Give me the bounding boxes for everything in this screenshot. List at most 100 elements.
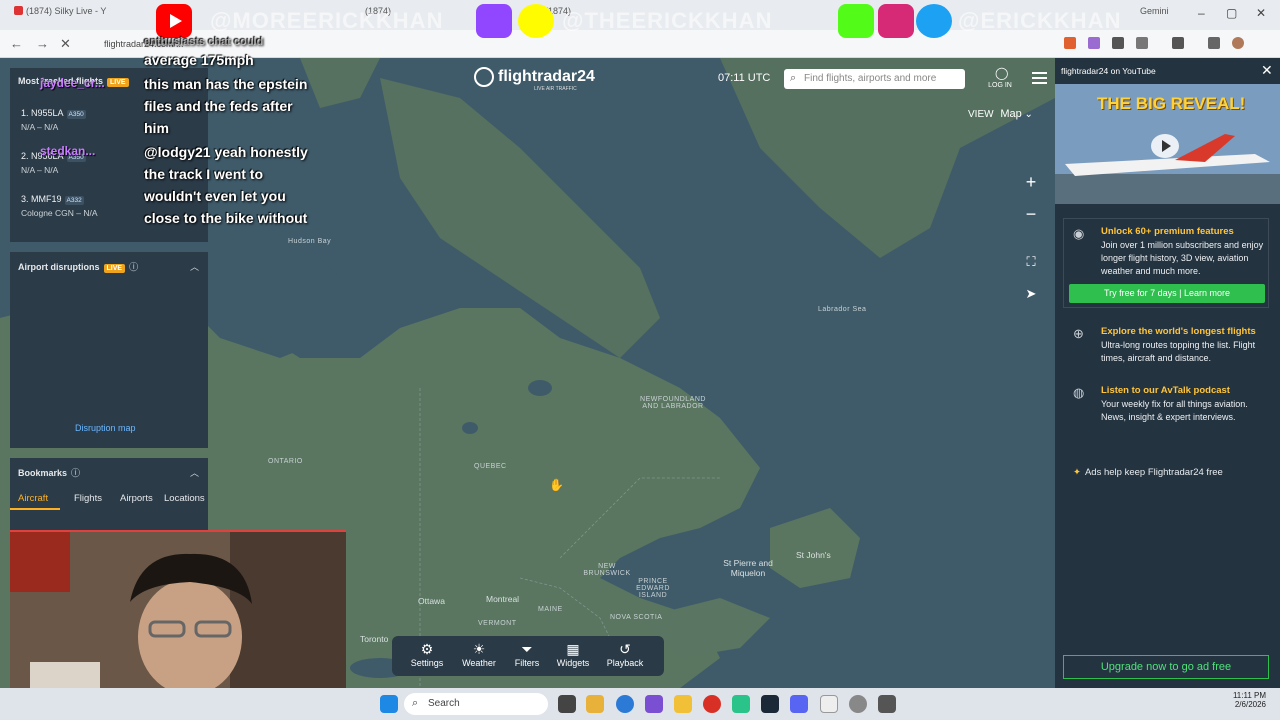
map-city-ottawa: Ottawa (418, 596, 445, 606)
bookmark-tab-locations[interactable]: Locations (164, 493, 205, 504)
youtube-icon (156, 4, 192, 38)
bookmark-tab-aircraft[interactable]: Aircraft (18, 493, 48, 504)
app-icon[interactable] (586, 695, 604, 713)
chat-username: stedkan... (40, 144, 96, 158)
view-selector[interactable]: VIEW Map ⌄ (962, 104, 1042, 124)
map-label-pei: PRINCE EDWARD ISLAND (636, 578, 670, 599)
info-icon: ⓘ (129, 262, 139, 272)
youtube-promo-header: flightradar24 on YouTube (1061, 66, 1156, 76)
overlay-handle: @THEERICKKHAN (562, 8, 773, 33)
overlay-handle: @MOREERICKKHAN (210, 8, 444, 33)
discord-icon[interactable] (790, 695, 808, 713)
kick-icon (838, 4, 874, 38)
screen: (1874) Silky Live - Y (1874) (1874) Gemi… (0, 0, 1280, 720)
chevron-down-icon: ⌄ (1024, 109, 1033, 120)
edge-icon[interactable] (616, 695, 634, 713)
ads-note: ✦ Ads help keep Flightradar24 free (1073, 467, 1223, 478)
notepad-icon[interactable] (820, 695, 838, 713)
steam-icon[interactable] (761, 695, 779, 713)
chat-line: this man has the epstein (144, 76, 308, 92)
folder-icon[interactable] (674, 695, 692, 713)
hand-cursor-icon: ✋ (549, 478, 564, 492)
tracked-flight-1[interactable]: 1. N955LA A350 (21, 108, 86, 119)
overlay-handle: @ERICKKHAN (958, 8, 1122, 33)
chat-line: enthusiasts chat could (144, 36, 264, 48)
playback-button[interactable]: ↺ Playback (598, 640, 652, 674)
twitter-icon (916, 4, 952, 38)
youtube-icon (14, 6, 23, 15)
map-label-maine: MAINE (538, 606, 563, 613)
active-tab-underline (10, 508, 60, 510)
search-input[interactable]: ⌕ Find flights, airports and more (784, 69, 965, 89)
reload-icon[interactable]: ✕ (60, 36, 71, 52)
bookmarks-title: Bookmarks ⓘ (18, 468, 81, 478)
app-icon[interactable] (645, 695, 663, 713)
map-city-toronto: Toronto (360, 634, 389, 644)
close-icon[interactable]: ✕ (1261, 62, 1273, 79)
chat-username: jaydee_cr... (40, 76, 105, 90)
stream-overlay-banner: @MOREERICKKHAN @THEERICKKHAN @ERICKKHAN (150, 2, 1280, 40)
bookmarks-card: Bookmarks ⓘ ︿ Aircraft Flights Airports L… (10, 458, 208, 538)
app-icon[interactable] (849, 695, 867, 713)
video-thumbnail[interactable]: THE BIG REVEAL! (1055, 84, 1280, 204)
menu-icon[interactable] (1032, 72, 1047, 84)
play-icon[interactable] (1151, 134, 1179, 158)
system-clock[interactable]: 11:11 PM 2/6/2026 (1226, 691, 1266, 709)
weather-icon: ☀ (472, 641, 486, 657)
chat-line: him (144, 120, 169, 136)
chat-line: @lodgy21 yeah honestly (144, 144, 308, 160)
chat-line: wouldn't even let you (144, 188, 286, 204)
weather-button[interactable]: ☀ Weather (452, 640, 506, 674)
browser-tab[interactable]: (1874) Silky Live - Y (14, 6, 134, 24)
snapchat-icon (518, 4, 554, 38)
tracked-flight-3[interactable]: 3. MMF19 A332 (21, 194, 84, 205)
settings-button[interactable]: ⚙ Settings (400, 640, 454, 674)
map-toolbar: ⚙ Settings ☀ Weather ⏷ Filters ▦ Widgets… (392, 636, 664, 676)
app-icon[interactable] (732, 695, 750, 713)
free-trial-button[interactable]: Try free for 7 days | Learn more (1069, 284, 1265, 303)
widgets-button[interactable]: ▦ Widgets (546, 640, 600, 674)
search-icon: ⌕ (412, 697, 419, 709)
taskbar-search[interactable]: ⌕ Search (404, 693, 548, 715)
map-city-montreal: Montreal (486, 594, 520, 604)
podcast-icon: ◍ (1073, 385, 1085, 400)
map-city-st-johns: St John's (796, 550, 831, 560)
bookmark-tab-flights[interactable]: Flights (74, 493, 102, 504)
widgets-icon: ▦ (566, 641, 580, 657)
chat-line: average 175mph (144, 52, 254, 68)
chat-line: close to the bike without (144, 210, 308, 226)
locate-icon[interactable]: ➤ (1018, 282, 1044, 308)
tracked-flight-route: N/A – N/A (21, 122, 59, 132)
map-label-nova-scotia: NOVA SCOTIA (610, 614, 663, 621)
login-button[interactable]: ◯ LOG IN (986, 66, 1014, 92)
collapse-chevron-icon[interactable]: ︿ (190, 260, 199, 273)
globe-icon: ⊕ (1073, 326, 1084, 341)
back-icon[interactable]: ← (10, 36, 23, 51)
upgrade-button[interactable]: Upgrade now to go ad free (1063, 655, 1269, 679)
right-panel: flightradar24 on YouTube ✕ THE BIG REVEA… (1055, 58, 1280, 688)
app-icon[interactable] (878, 695, 896, 713)
zoom-out-button[interactable]: − (1018, 202, 1044, 228)
instagram-icon (878, 4, 914, 38)
chrome-icon[interactable] (703, 695, 721, 713)
map-label-vermont: VERMONT (478, 620, 517, 627)
twitch-icon (476, 4, 512, 38)
bookmark-tab-airports[interactable]: Airports (120, 493, 153, 504)
tracked-flight-route: N/A – N/A (21, 165, 59, 175)
tracked-flight-route: Cologne CGN – N/A (21, 208, 98, 218)
zoom-in-button[interactable]: + (1018, 170, 1044, 196)
collapse-chevron-icon[interactable]: ︿ (190, 466, 199, 479)
playback-icon: ↺ (619, 641, 631, 657)
map-city-st-pierre: St Pierre and Miquelon (723, 558, 773, 578)
chat-line: files and the feds after (144, 98, 293, 114)
start-icon[interactable] (380, 695, 398, 713)
map-label-labrador-sea: Labrador Sea (818, 306, 867, 313)
task-view-icon[interactable] (558, 695, 576, 713)
disruption-map-link[interactable]: Disruption map (75, 423, 136, 433)
premium-icon: ◉ (1073, 226, 1085, 241)
fullscreen-icon[interactable]: ⛶ (1018, 250, 1044, 276)
map-label-hudson-bay: Hudson Bay (288, 238, 332, 245)
forward-icon[interactable]: → (36, 36, 49, 51)
info-icon: ⓘ (71, 468, 81, 478)
utc-clock: 07:11 UTC (718, 72, 771, 84)
